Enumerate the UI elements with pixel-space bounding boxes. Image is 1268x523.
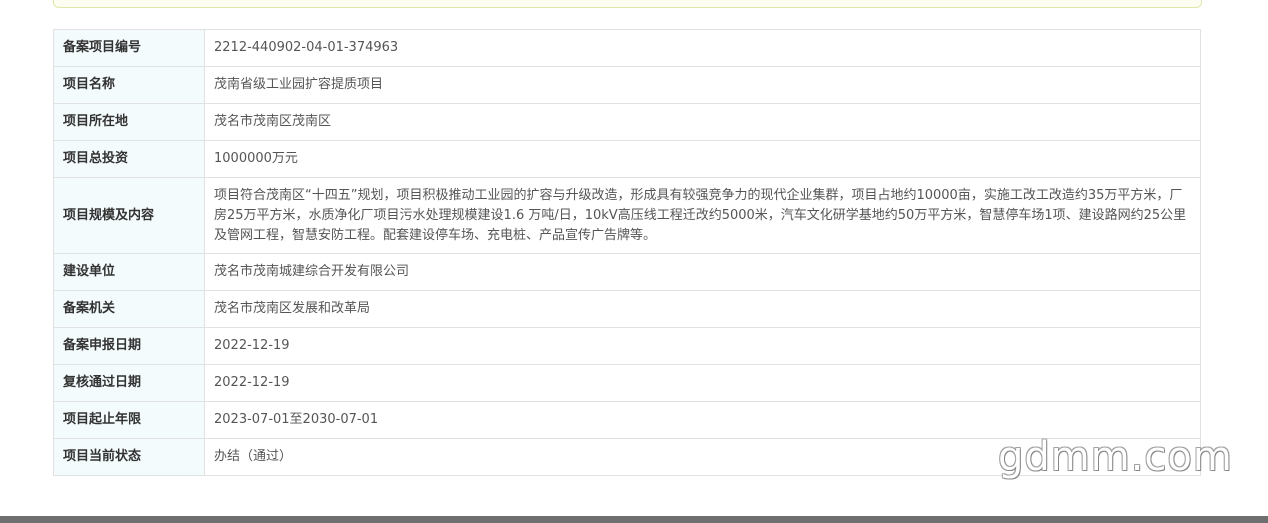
footer-bar	[0, 516, 1268, 523]
table-row: 项目名称 茂南省级工业园扩容提质项目	[53, 66, 1201, 104]
table-row: 项目所在地 茂名市茂南区茂南区	[53, 103, 1201, 141]
row-value: 2212-440902-04-01-374963	[204, 29, 1201, 67]
table-row: 备案申报日期 2022-12-19	[53, 327, 1201, 365]
row-value: 1000000万元	[204, 140, 1201, 178]
row-label: 复核通过日期	[53, 364, 205, 402]
row-value: 2023-07-01至2030-07-01	[204, 401, 1201, 439]
table-row: 项目规模及内容 项目符合茂南区“十四五”规划，项目积极推动工业园的扩容与升级改造…	[53, 177, 1201, 254]
row-label: 建设单位	[53, 253, 205, 291]
site-watermark: gdmm.com	[998, 434, 1233, 480]
row-label: 项目总投资	[53, 140, 205, 178]
row-value: 茂名市茂南区发展和改革局	[204, 290, 1201, 328]
top-notice-box	[53, 0, 1202, 8]
row-value: 2022-12-19	[204, 364, 1201, 402]
row-label: 项目所在地	[53, 103, 205, 141]
row-label: 项目当前状态	[53, 438, 205, 476]
table-row: 复核通过日期 2022-12-19	[53, 364, 1201, 402]
row-label: 项目起止年限	[53, 401, 205, 439]
row-label: 备案项目编号	[53, 29, 205, 67]
row-label: 备案申报日期	[53, 327, 205, 365]
table-row: 项目起止年限 2023-07-01至2030-07-01	[53, 401, 1201, 439]
table-row: 项目总投资 1000000万元	[53, 140, 1201, 178]
row-value: 茂南省级工业园扩容提质项目	[204, 66, 1201, 104]
row-label: 项目规模及内容	[53, 177, 205, 254]
row-value: 2022-12-19	[204, 327, 1201, 365]
row-value: 茂名市茂南城建综合开发有限公司	[204, 253, 1201, 291]
row-value: 茂名市茂南区茂南区	[204, 103, 1201, 141]
project-info-table: 备案项目编号 2212-440902-04-01-374963 项目名称 茂南省…	[53, 29, 1201, 476]
table-row: 备案项目编号 2212-440902-04-01-374963	[53, 29, 1201, 67]
table-row: 备案机关 茂名市茂南区发展和改革局	[53, 290, 1201, 328]
row-label: 项目名称	[53, 66, 205, 104]
table-row: 建设单位 茂名市茂南城建综合开发有限公司	[53, 253, 1201, 291]
row-value: 项目符合茂南区“十四五”规划，项目积极推动工业园的扩容与升级改造，形成具有较强竞…	[204, 177, 1201, 254]
row-label: 备案机关	[53, 290, 205, 328]
